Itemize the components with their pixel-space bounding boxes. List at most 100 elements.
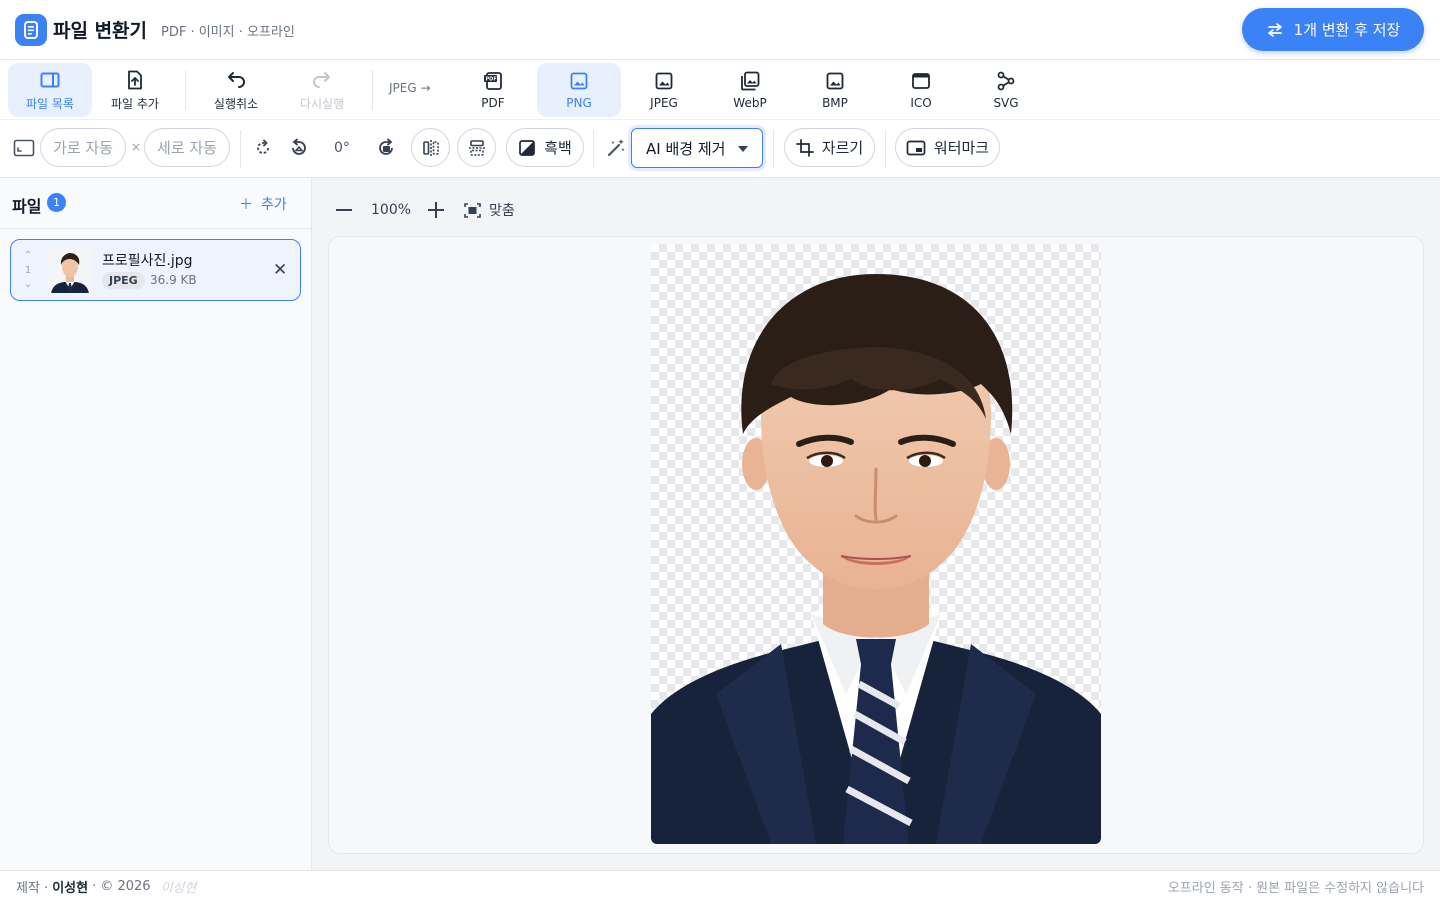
zoom-controls: 100% 맞춤 xyxy=(336,200,515,220)
window-icon xyxy=(912,73,930,89)
convert-save-button[interactable]: 1개 변환 후 저장 xyxy=(1242,8,1424,51)
format-label: WebP xyxy=(733,96,767,110)
width-input[interactable]: 가로 자동 xyxy=(40,128,126,167)
preview-area: 100% 맞춤 xyxy=(312,178,1440,870)
watermark-label: 워터마크 xyxy=(933,139,990,157)
image-icon xyxy=(826,72,844,90)
app-header: 파일 변환기 PDF · 이미지 · 오프라인 1개 변환 후 저장 xyxy=(0,0,1440,60)
main-toolbar: 파일 목록 파일 추가 실행취소 다시실행 JPEG → PDF PDF PNG… xyxy=(0,60,1440,120)
grayscale-button[interactable]: 흑백 xyxy=(506,128,584,167)
flip-vertical-icon xyxy=(468,139,485,156)
add-file-button[interactable]: 파일 추가 xyxy=(93,63,177,117)
rotate-free-button[interactable] xyxy=(243,128,282,167)
format-label: PNG xyxy=(566,96,592,110)
file-thumbnail xyxy=(47,247,93,293)
toolbar-divider xyxy=(185,70,186,110)
add-file-label: 파일 추가 xyxy=(111,96,159,111)
sidebar-header: 파일 1 ＋ 추가 xyxy=(0,178,311,229)
chevron-up-icon: ⌃ xyxy=(23,250,33,261)
sidebar-title: 파일 xyxy=(12,197,42,216)
source-format-label: JPEG → xyxy=(389,81,431,95)
format-label: BMP xyxy=(822,96,848,110)
remove-file-close-icon[interactable]: ✕ xyxy=(273,260,287,280)
height-placeholder: 세로 자동 xyxy=(157,139,217,157)
app-footer: 제작 · 이성현 · © 2026 이성현 오프라인 동작 · 원본 파일은 수… xyxy=(0,870,1440,900)
image-icon xyxy=(655,72,673,90)
watermark-button[interactable]: 워터마크 xyxy=(895,128,1000,167)
author-name: 이성현 xyxy=(52,881,89,896)
format-svg-button[interactable]: SVG xyxy=(964,63,1048,117)
preview-image xyxy=(651,244,1101,844)
contrast-icon xyxy=(519,139,536,156)
author-signature: 이성현 xyxy=(160,881,197,896)
fit-label: 맞춤 xyxy=(489,203,515,219)
offline-note: 오프라인 동작 · 원본 파일은 수정하지 않습니다 xyxy=(1167,881,1424,896)
toolbar-divider xyxy=(372,70,373,110)
format-webp-button[interactable]: WebP xyxy=(708,63,792,117)
credit-text: 제작 · 이성현 · © 2026 이성현 xyxy=(16,877,196,896)
copyright-text: · © 2026 xyxy=(92,879,151,894)
bg-removal-value: AI 배경 제거 xyxy=(646,139,726,158)
vector-nodes-icon xyxy=(997,71,1015,91)
format-label: SVG xyxy=(993,96,1019,110)
file-list-item[interactable]: ⌃ 1 ⌄ 프로필사진.jpg JPEG 36.9 KB ✕ xyxy=(10,239,301,301)
made-by-label: 제작 · xyxy=(16,881,49,896)
crop-button[interactable]: 자르기 xyxy=(784,128,875,167)
image-canvas[interactable] xyxy=(328,236,1424,854)
reorder-handle[interactable]: ⌃ 1 ⌄ xyxy=(21,250,35,290)
images-stack-icon xyxy=(741,71,760,91)
file-list-label: 파일 목록 xyxy=(26,96,74,111)
rotate-left-icon xyxy=(291,138,306,155)
flip-vertical-button[interactable] xyxy=(457,128,496,167)
crop-label: 자르기 xyxy=(821,139,864,157)
format-label: PDF xyxy=(481,96,505,110)
convert-save-label: 1개 변환 후 저장 xyxy=(1293,21,1401,39)
image-icon xyxy=(570,72,588,90)
svg-text:PDF: PDF xyxy=(486,77,497,83)
format-png-button[interactable]: PNG xyxy=(537,63,621,117)
file-size: 36.9 KB xyxy=(150,273,197,287)
panel-icon xyxy=(40,72,60,87)
rotate-left-button[interactable] xyxy=(279,128,318,167)
toolbar-divider xyxy=(240,130,241,168)
file-order-number: 1 xyxy=(24,264,32,276)
format-ico-button[interactable]: ICO xyxy=(879,63,963,117)
file-format-badge: JPEG xyxy=(102,272,145,289)
flip-horizontal-button[interactable] xyxy=(411,128,450,167)
zoom-level: 100% xyxy=(371,202,412,218)
toolbar-divider xyxy=(593,130,594,168)
rotate-right-button[interactable] xyxy=(366,128,405,167)
bg-removal-select[interactable]: AI 배경 제거 xyxy=(631,128,763,168)
file-sidebar: 파일 1 ＋ 추가 ⌃ 1 ⌄ 프로필사진.jpg JPEG 36.9 KB ✕ xyxy=(0,178,312,870)
height-input[interactable]: 세로 자동 xyxy=(144,128,230,167)
app-window: 파일 변환기 PDF · 이미지 · 오프라인 1개 변환 후 저장 파일 목록… xyxy=(0,0,1440,900)
toolbar-divider xyxy=(773,130,774,168)
redo-label: 다시실행 xyxy=(299,96,345,111)
rotate-dashed-icon xyxy=(256,139,269,154)
format-label: ICO xyxy=(910,96,932,110)
magic-wand-icon xyxy=(596,128,635,167)
sidebar-add-button[interactable]: ＋ 추가 xyxy=(239,194,287,214)
sidebar-add-label: 추가 xyxy=(261,197,287,213)
rotate-right-icon xyxy=(378,138,393,155)
file-list-button[interactable]: 파일 목록 xyxy=(8,63,92,117)
zoom-out-icon[interactable] xyxy=(336,209,352,211)
format-jpeg-button[interactable]: JPEG xyxy=(622,63,706,117)
flip-horizontal-icon xyxy=(422,139,439,156)
format-pdf-button[interactable]: PDF PDF xyxy=(451,63,535,117)
resize-icon xyxy=(4,128,43,167)
format-bmp-button[interactable]: BMP xyxy=(793,63,877,117)
fit-button[interactable]: 맞춤 xyxy=(464,200,515,220)
file-upload-icon xyxy=(128,70,142,89)
grayscale-label: 흑백 xyxy=(544,139,572,157)
crop-icon xyxy=(795,138,814,157)
toolbar-divider xyxy=(885,130,886,168)
chevron-down-icon: ⌄ xyxy=(23,279,33,290)
times-symbol: × xyxy=(131,140,142,154)
format-label: JPEG xyxy=(650,96,678,110)
zoom-in-icon[interactable] xyxy=(428,202,445,218)
plus-icon: ＋ xyxy=(239,197,253,213)
undo-button[interactable]: 실행취소 xyxy=(194,63,278,117)
pdf-icon: PDF xyxy=(484,72,502,90)
redo-button[interactable]: 다시실행 xyxy=(280,63,364,117)
